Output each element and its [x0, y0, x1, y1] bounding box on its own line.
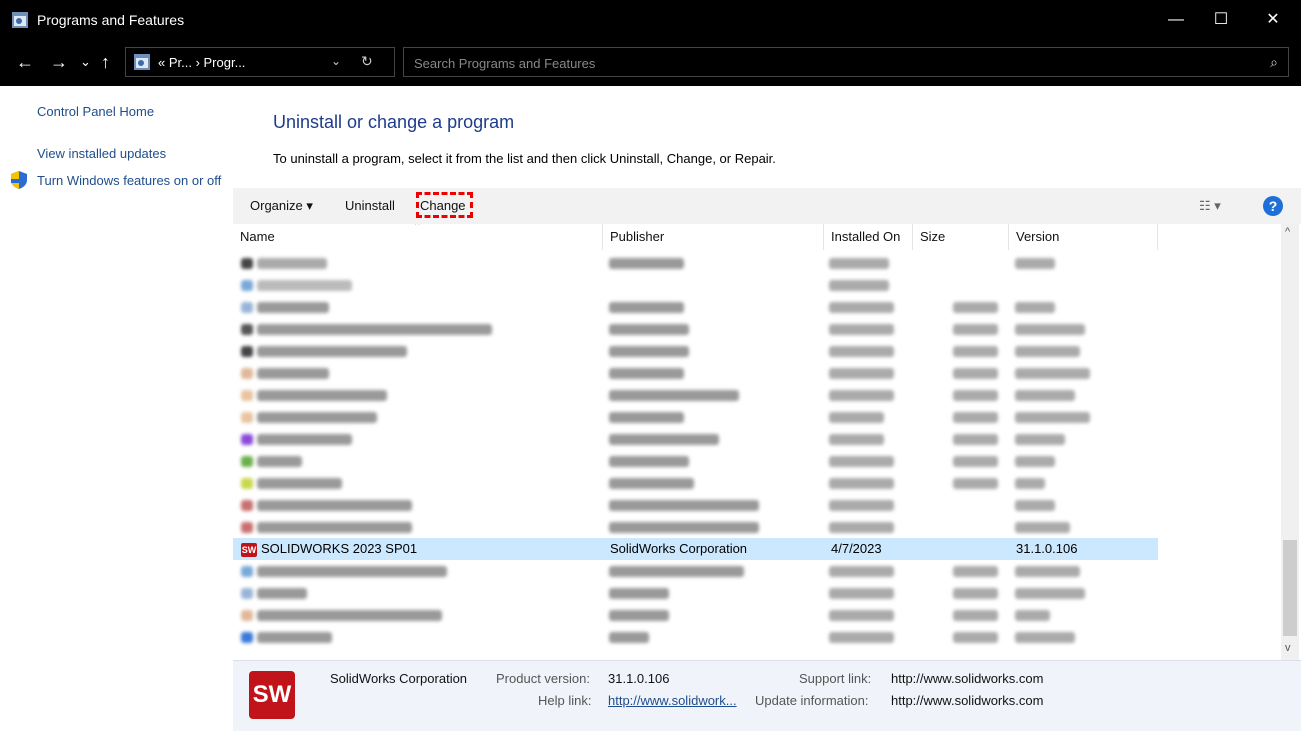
address-dropdown-icon[interactable]: ⌄ [331, 54, 341, 68]
program-publisher: SolidWorks Corporation [610, 541, 748, 556]
column-header-version[interactable]: Version [1009, 224, 1158, 250]
details-publisher: SolidWorks Corporation [330, 671, 468, 686]
list-item[interactable] [233, 472, 1158, 494]
up-button[interactable]: ↑ [101, 52, 110, 72]
control-panel-icon [134, 54, 150, 70]
program-installed-on: 4/7/2023 [831, 541, 882, 556]
list-item[interactable] [233, 604, 1158, 626]
maximize-button[interactable]: ☐ [1201, 8, 1241, 32]
product-version-label: Product version: [496, 671, 590, 686]
help-icon[interactable]: ? [1263, 196, 1283, 216]
vertical-scrollbar[interactable]: ^ v [1281, 224, 1299, 660]
address-bar[interactable]: « Pr... › Progr... ⌄ ↻ [125, 47, 395, 77]
help-link-label: Help link: [538, 693, 592, 708]
program-name: SW SOLIDWORKS 2023 SP01 [241, 541, 417, 557]
list-item[interactable] [233, 450, 1158, 472]
list-item[interactable] [233, 626, 1158, 648]
navigation-bar: ← → ⌄ ↑ « Pr... › Progr... ⌄ ↻ ⌕ [0, 42, 1301, 86]
shield-icon [11, 171, 27, 189]
column-header-size[interactable]: Size [913, 224, 1009, 250]
support-link-label: Support link: [799, 671, 872, 686]
column-header-name[interactable]: Name [233, 224, 603, 250]
command-bar: Organize ▾ Uninstall Change ☷ ▾ ? [233, 188, 1301, 224]
scroll-up-icon[interactable]: ^ [1285, 226, 1290, 238]
organize-button[interactable]: Organize ▾ [250, 198, 313, 214]
search-icon[interactable]: ⌕ [1270, 54, 1278, 71]
update-information-label: Update information: [755, 693, 869, 708]
list-item[interactable] [233, 252, 1158, 274]
search-input[interactable] [412, 53, 1236, 73]
solidworks-logo: SW [249, 671, 295, 719]
refresh-icon[interactable]: ↻ [361, 53, 373, 70]
program-list[interactable]: ^ Name Publisher Installed On Size Versi… [233, 224, 1283, 660]
minimize-button[interactable]: — [1156, 8, 1196, 32]
list-item[interactable] [233, 274, 1158, 296]
program-name-text: SOLIDWORKS 2023 SP01 [261, 541, 418, 556]
list-item[interactable] [233, 384, 1158, 406]
list-item[interactable] [233, 362, 1158, 384]
list-item[interactable] [233, 406, 1158, 428]
view-installed-updates-link[interactable]: View installed updates [37, 146, 166, 161]
solidworks-icon: SW [241, 542, 257, 557]
list-item[interactable] [233, 494, 1158, 516]
change-highlight-box [416, 192, 473, 218]
details-pane: SW SolidWorks Corporation Product versio… [233, 660, 1301, 731]
main-content: Uninstall or change a program To uninsta… [233, 86, 1301, 731]
search-box[interactable]: ⌕ [403, 47, 1289, 77]
help-link[interactable]: http://www.solidwork... [608, 693, 737, 708]
title-bar: Programs and Features — ☐ ✕ [0, 0, 1301, 42]
page-title: Uninstall or change a program [273, 112, 515, 132]
view-options-icon[interactable]: ☷ ▾ [1199, 198, 1221, 214]
list-item[interactable] [233, 428, 1158, 450]
program-version: 31.1.0.106 [1016, 541, 1078, 556]
list-item[interactable] [233, 560, 1158, 582]
table-row-solidworks[interactable]: SW SOLIDWORKS 2023 SP01 SolidWorks Corpor… [233, 538, 1158, 560]
update-information-value: http://www.solidworks.com [891, 693, 1044, 708]
product-version-value: 31.1.0.106 [608, 671, 670, 686]
list-item[interactable] [233, 340, 1158, 362]
support-link-value: http://www.solidworks.com [891, 671, 1044, 686]
forward-button[interactable]: → [50, 52, 68, 72]
uninstall-button[interactable]: Uninstall [345, 198, 395, 213]
breadcrumb[interactable]: « Pr... › Progr... [158, 55, 245, 70]
recent-locations-button[interactable]: ⌄ [80, 52, 91, 72]
column-header-publisher[interactable]: Publisher [603, 224, 824, 250]
window-title: Programs and Features [37, 12, 185, 28]
list-item[interactable] [233, 516, 1158, 538]
control-panel-home-link[interactable]: Control Panel Home [37, 104, 154, 119]
scroll-down-icon[interactable]: v [1285, 642, 1291, 654]
control-panel-icon [12, 12, 28, 28]
windows-features-link[interactable]: Turn Windows features on or off [37, 172, 222, 189]
sidebar: Control Panel Home View installed update… [0, 86, 233, 730]
close-button[interactable]: ✕ [1253, 8, 1293, 32]
list-item[interactable] [233, 318, 1158, 340]
instruction-text: To uninstall a program, select it from t… [273, 151, 776, 166]
list-item[interactable] [233, 296, 1158, 318]
scrollbar-thumb[interactable] [1283, 540, 1297, 636]
column-header-installed-on[interactable]: Installed On [824, 224, 913, 250]
back-button[interactable]: ← [16, 52, 34, 72]
list-item[interactable] [233, 582, 1158, 604]
